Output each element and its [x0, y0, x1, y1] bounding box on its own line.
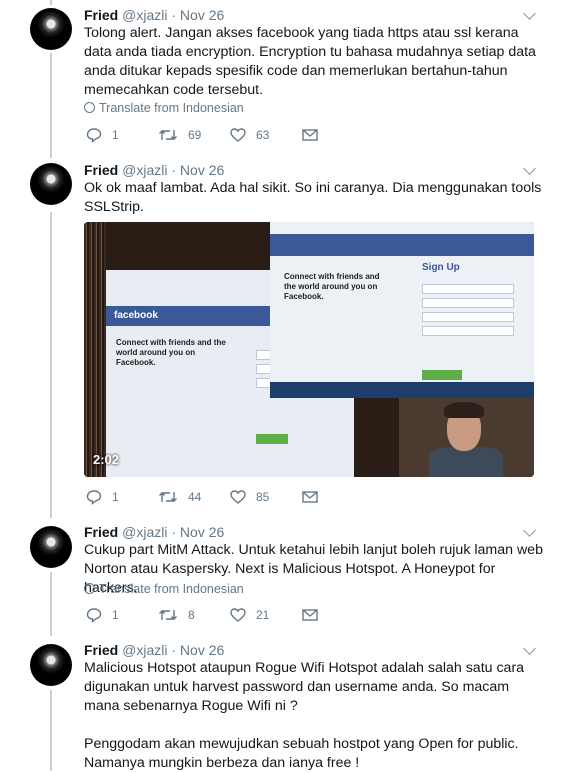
video-thumbnail[interactable]: facebook Connect with friends and the wo…	[84, 222, 534, 477]
like-count: 21	[256, 608, 270, 622]
facebook-header-bar	[270, 234, 534, 256]
globe-icon	[84, 102, 95, 113]
user-handle[interactable]: @xjazli	[122, 642, 167, 658]
reply-icon	[86, 607, 102, 623]
user-name[interactable]: Fried	[84, 524, 118, 540]
facebook-logo: facebook	[114, 310, 158, 321]
user-name[interactable]: Fried	[84, 642, 118, 658]
tweet-text: Ok ok maaf lambat. Ada hal sikit. So ini…	[84, 180, 546, 215]
tweet-text: Tolong alert. Jangan akses facebook yang…	[84, 25, 540, 98]
reply-button[interactable]: 1	[86, 605, 119, 625]
user-handle[interactable]: @xjazli	[122, 524, 167, 540]
like-button[interactable]: 21	[230, 605, 269, 625]
user-handle[interactable]: @xjazli	[122, 7, 167, 23]
separator: ·	[171, 162, 177, 178]
like-count: 85	[256, 490, 270, 504]
tweet[interactable]: Fried @xjazli · Nov 26 Cukup part MitM A…	[0, 518, 566, 636]
translate-label: Translate from Indonesian	[99, 582, 244, 596]
heart-icon	[230, 489, 246, 505]
envelope-icon	[302, 608, 318, 622]
form-field	[422, 312, 514, 322]
like-button[interactable]: 63	[230, 125, 269, 145]
retweet-button[interactable]: 69	[158, 125, 201, 145]
reply-icon	[86, 127, 102, 143]
user-name[interactable]: Fried	[84, 162, 118, 178]
translate-link[interactable]: Translate from Indonesian	[84, 101, 244, 115]
tweet-header: Fried @xjazli · Nov 26	[84, 6, 224, 24]
translate-link[interactable]: Translate from Indonesian	[84, 582, 244, 596]
retweet-count: 69	[188, 128, 202, 142]
user-name[interactable]: Fried	[84, 7, 118, 23]
avatar[interactable]	[30, 526, 72, 568]
like-count: 63	[256, 128, 270, 142]
reply-count: 1	[112, 608, 119, 622]
person-shirt	[429, 447, 503, 477]
form-field	[422, 298, 514, 308]
heart-icon	[230, 607, 246, 623]
timestamp[interactable]: Nov 26	[180, 162, 224, 178]
tweet[interactable]: Fried @xjazli · Nov 26 Malicious Hotspot…	[0, 636, 566, 771]
video-edge	[84, 222, 106, 477]
retweet-count: 8	[188, 608, 195, 622]
retweet-icon	[158, 607, 178, 623]
tweet-actions: 1 44 85	[84, 487, 384, 507]
separator: ·	[171, 642, 177, 658]
avatar[interactable]	[30, 644, 72, 686]
retweet-icon	[158, 127, 178, 143]
tweet-header: Fried @xjazli · Nov 26	[84, 641, 224, 659]
retweet-button[interactable]: 44	[158, 487, 201, 507]
tweet-header: Fried @xjazli · Nov 26	[84, 161, 224, 179]
form-field	[422, 326, 514, 336]
tweet-text: Malicious Hotspot ataupun Rogue Wifi Hot…	[84, 660, 525, 771]
reply-button[interactable]: 1	[86, 125, 119, 145]
separator: ·	[171, 524, 177, 540]
chevron-down-icon[interactable]	[523, 7, 536, 20]
tweet-actions: 1 69 63	[84, 125, 384, 145]
retweet-icon	[158, 489, 178, 505]
tweet-header: Fried @xjazli · Nov 26	[84, 523, 224, 541]
signup-heading: Sign Up	[422, 262, 460, 273]
globe-icon	[84, 583, 95, 594]
reply-button[interactable]: 1	[86, 487, 119, 507]
form-field	[422, 284, 514, 294]
envelope-icon	[302, 490, 318, 504]
retweet-count: 44	[188, 490, 202, 504]
tweet[interactable]: Fried @xjazli · Nov 26 Tolong alert. Jan…	[0, 0, 566, 155]
translate-label: Translate from Indonesian	[99, 101, 244, 115]
video-duration: 2:02	[93, 452, 120, 467]
connect-text: Connect with friends and the world aroun…	[116, 338, 226, 367]
chevron-down-icon[interactable]	[523, 524, 536, 537]
chevron-down-icon[interactable]	[523, 642, 536, 655]
retweet-button[interactable]: 8	[158, 605, 195, 625]
signup-button-image	[256, 434, 288, 444]
user-handle[interactable]: @xjazli	[122, 162, 167, 178]
avatar[interactable]	[30, 163, 72, 205]
timestamp[interactable]: Nov 26	[180, 524, 224, 540]
tweet-actions: 1 8 21	[84, 605, 384, 625]
envelope-icon	[302, 128, 318, 142]
person-hair	[444, 402, 484, 418]
avatar[interactable]	[30, 8, 72, 50]
heart-icon	[230, 127, 246, 143]
timestamp[interactable]: Nov 26	[180, 7, 224, 23]
timestamp[interactable]: Nov 26	[180, 642, 224, 658]
reply-count: 1	[112, 490, 119, 504]
reply-count: 1	[112, 128, 119, 142]
separator: ·	[171, 7, 177, 23]
direct-message-button[interactable]	[302, 125, 318, 145]
taskbar	[270, 382, 534, 398]
reply-icon	[86, 489, 102, 505]
direct-message-button[interactable]	[302, 487, 318, 507]
chevron-down-icon[interactable]	[523, 162, 536, 175]
connect-text: Connect with friends and the world aroun…	[284, 272, 380, 301]
direct-message-button[interactable]	[302, 605, 318, 625]
like-button[interactable]: 85	[230, 487, 269, 507]
signup-button-image	[422, 370, 462, 380]
